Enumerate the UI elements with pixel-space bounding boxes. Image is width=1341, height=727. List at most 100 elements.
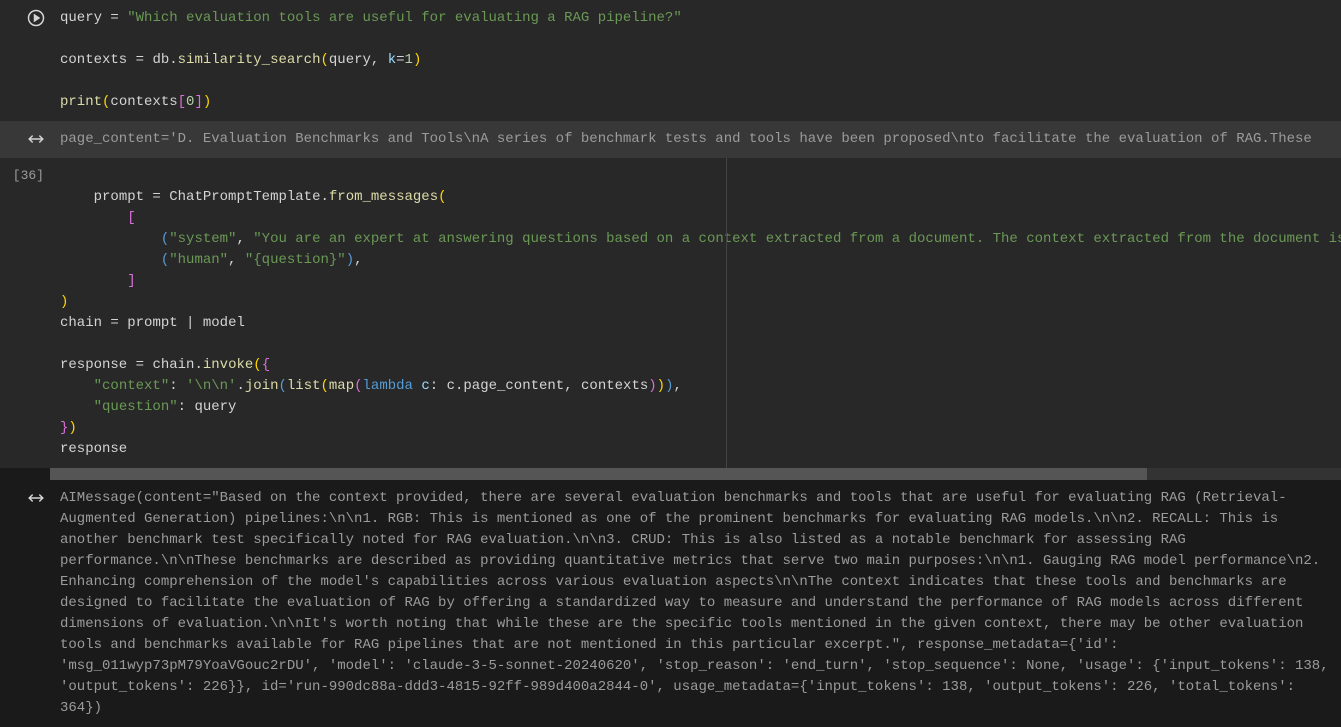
token-string: "system" (169, 231, 236, 247)
token-bracket: ] (194, 94, 202, 110)
token-punc: . (194, 357, 202, 373)
token-string: "human" (169, 252, 228, 268)
token-var: chain (152, 357, 194, 373)
token-param: k (388, 52, 396, 68)
token-paren: ) (60, 294, 68, 310)
cell-gutter (0, 0, 50, 121)
output-toggle-icon[interactable] (26, 129, 46, 149)
token-punc: : (169, 378, 186, 394)
output-text: page_content='D. Evaluation Benchmarks a… (50, 121, 1341, 158)
token-bracket: [ (178, 94, 186, 110)
indent (60, 252, 161, 268)
token-param: c (421, 378, 429, 394)
output-gutter (0, 480, 50, 727)
token-var: contexts (581, 378, 648, 394)
token-var: c (447, 378, 455, 394)
token-var: chain (60, 315, 102, 331)
token-fn: list (287, 378, 321, 394)
token-paren: ) (657, 378, 665, 394)
indent (60, 231, 161, 247)
token-var: query (60, 10, 102, 26)
indent (60, 210, 127, 226)
code-editor[interactable]: query = "Which evaluation tools are usef… (50, 0, 1341, 121)
editor-ruler (726, 158, 727, 468)
token-paren: ) (203, 94, 211, 110)
token-paren: ) (68, 420, 76, 436)
token-paren: ( (354, 378, 362, 394)
token-var: model (203, 315, 245, 331)
code-editor[interactable]: prompt = ChatPromptTemplate.from_message… (50, 158, 1341, 468)
indent (60, 399, 94, 415)
token-attr: page_content (463, 378, 564, 394)
token-var: prompt (127, 315, 177, 331)
output-text: AIMessage(content="Based on the context … (50, 480, 1341, 727)
token-punc: , (236, 231, 253, 247)
token-punc: , (354, 252, 362, 268)
token-fn: map (329, 378, 354, 394)
token-fn: print (60, 94, 102, 110)
token-string: '\n\n' (186, 378, 236, 394)
token-paren: ( (161, 252, 169, 268)
token-class: ChatPromptTemplate (169, 189, 320, 205)
token-punc: : (178, 399, 195, 415)
token-punc: . (236, 378, 244, 394)
token-fn: from_messages (329, 189, 438, 205)
token-var: response (60, 357, 127, 373)
token-kw: lambda (363, 378, 413, 394)
token-bracket: [ (127, 210, 135, 226)
token-fn: similarity_search (178, 52, 321, 68)
output-gutter (0, 121, 50, 158)
scrollbar-thumb[interactable] (50, 468, 1147, 480)
token-punc: : (430, 378, 447, 394)
token-paren: ( (253, 357, 261, 373)
token-op: = (102, 315, 127, 331)
horizontal-scrollbar[interactable] (50, 468, 1341, 480)
token-var: contexts (60, 52, 127, 68)
token-paren: ( (321, 378, 329, 394)
code-cell-2[interactable]: ✓ 4s [36] prompt = ChatPromptTemplate.fr… (0, 158, 1341, 468)
output-toggle-icon[interactable] (26, 488, 46, 508)
token-string: "{question}" (245, 252, 346, 268)
exec-count-label: [36] (13, 166, 44, 186)
token-var: response (60, 441, 127, 457)
token-fn: invoke (203, 357, 253, 373)
token-string: "Which evaluation tools are useful for e… (127, 10, 682, 26)
token-paren: ( (278, 378, 286, 394)
token-op: = (127, 357, 152, 373)
token-punc: , (564, 378, 581, 394)
token-var: prompt (94, 189, 144, 205)
token-num: 1 (405, 52, 413, 68)
indent (60, 378, 94, 394)
token-paren: ) (648, 378, 656, 394)
token-string: "question" (94, 399, 178, 415)
token-punc: . (320, 189, 328, 205)
token-op: = (127, 52, 152, 68)
token-string: "You are an expert at answering question… (253, 231, 1341, 247)
token-var: query (194, 399, 236, 415)
token-op: = (396, 52, 404, 68)
token-punc: . (169, 52, 177, 68)
token-obj: db (152, 52, 169, 68)
run-icon[interactable] (26, 8, 46, 28)
token-var: query (329, 52, 371, 68)
exec-count-gutter: [36] (0, 158, 50, 468)
token-punc: , (673, 378, 681, 394)
token-punc: , (371, 52, 388, 68)
token-paren: ) (413, 52, 421, 68)
token-paren: ) (346, 252, 354, 268)
token-paren: ( (161, 231, 169, 247)
code-cell-1[interactable]: query = "Which evaluation tools are usef… (0, 0, 1341, 121)
token-brace: { (262, 357, 270, 373)
token-punc: , (228, 252, 245, 268)
token-paren: ( (438, 189, 446, 205)
token-op: = (102, 10, 127, 26)
output-cell-2: AIMessage(content="Based on the context … (0, 480, 1341, 727)
token-var: contexts (110, 94, 177, 110)
token-op: | (178, 315, 203, 331)
output-cell-1: page_content='D. Evaluation Benchmarks a… (0, 121, 1341, 158)
token-op: = (144, 189, 169, 205)
token-fn: join (245, 378, 279, 394)
token-string: "context" (94, 378, 170, 394)
token-paren: ( (320, 52, 328, 68)
indent (60, 273, 127, 289)
